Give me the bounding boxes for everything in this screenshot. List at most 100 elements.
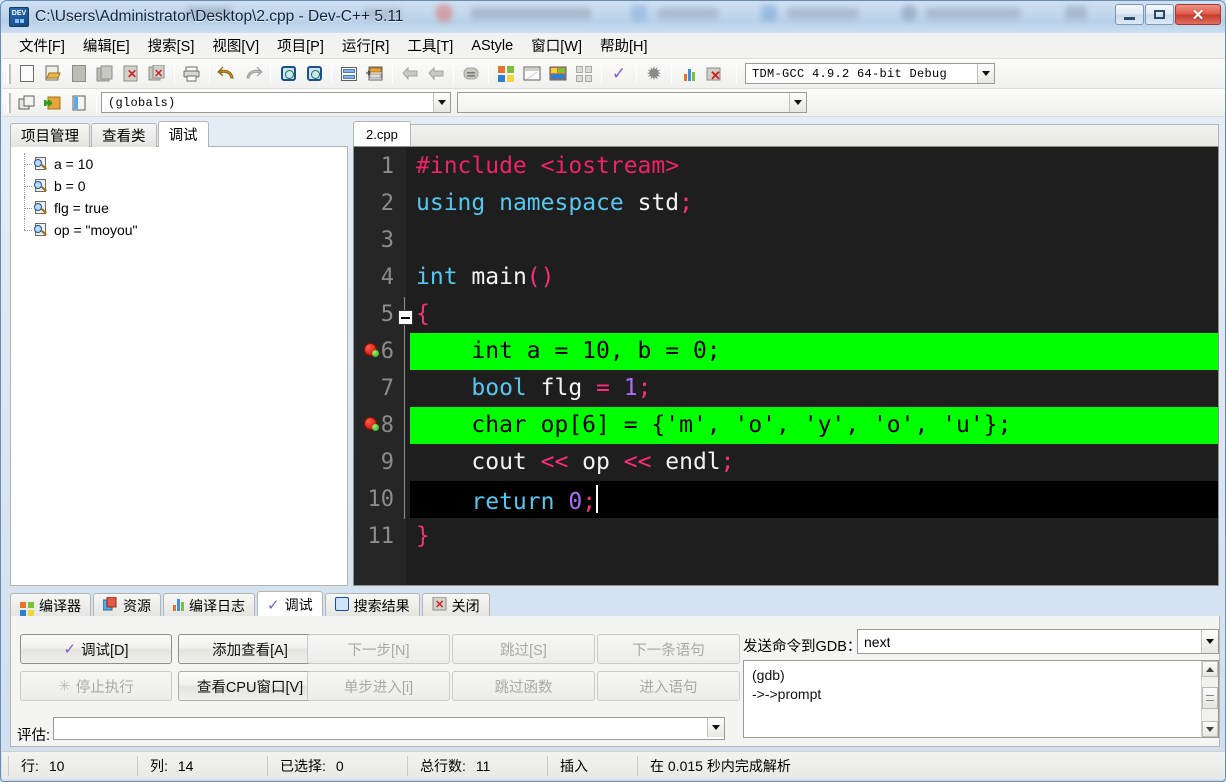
chevron-down-icon-3[interactable]	[789, 93, 806, 112]
tab-search-results[interactable]: 搜索结果	[324, 593, 420, 617]
stop-icon[interactable]: ✹	[642, 62, 666, 86]
scroll-thumb[interactable]	[1202, 687, 1218, 709]
menu-item-window[interactable]: 窗口[W]	[522, 32, 591, 59]
unindent-icon[interactable]	[459, 62, 483, 86]
scope-select[interactable]: (globals)	[101, 92, 451, 113]
evaluate-input[interactable]	[53, 717, 725, 740]
minimize-button[interactable]	[1115, 4, 1144, 25]
menu-item-edit[interactable]: 编辑[E]	[74, 32, 139, 59]
next-statement-button[interactable]: 下一条语句	[597, 634, 740, 664]
close-file-icon[interactable]: ✕	[119, 62, 143, 86]
step-over-button[interactable]: 跳过[S]	[452, 634, 595, 664]
tab-debug[interactable]: 调试	[157, 121, 209, 147]
tab-class-browser[interactable]: 查看类	[91, 123, 157, 147]
save-all-icon[interactable]	[93, 62, 117, 86]
add-to-project-icon[interactable]	[41, 91, 65, 115]
step-into-button[interactable]: 单步进入[i]	[307, 671, 450, 701]
next-step-button[interactable]: 下一步[N]	[307, 634, 450, 664]
svg-text:✕: ✕	[710, 68, 721, 82]
menu-item-run[interactable]: 运行[R]	[333, 32, 399, 59]
chevron-down-icon[interactable]	[977, 64, 994, 83]
menu-item-search[interactable]: 搜索[S]	[139, 32, 204, 59]
tab-debug-panel[interactable]: ✓ 调试	[257, 591, 323, 617]
menu-item-astyle[interactable]: AStyle	[462, 35, 522, 57]
watch-icon	[33, 222, 49, 238]
check-syntax-icon[interactable]: ✓	[607, 62, 631, 86]
status-bar: 行: 10 列: 14 已选择: 0 总行数: 11 插入 在 0.015 秒内…	[2, 751, 1225, 779]
menu-item-view[interactable]: 视图[V]	[203, 32, 268, 59]
compile-run-icon[interactable]	[546, 62, 570, 86]
close-all-icon[interactable]: ✕	[145, 62, 169, 86]
project-options-icon[interactable]	[67, 91, 91, 115]
scroll-up-button[interactable]	[1202, 661, 1218, 677]
bottom-panel-tabs: 编译器 资源 编译日志 ✓ 调试 搜索结果 ✕ 关闭	[10, 591, 1220, 617]
maximize-button[interactable]	[1145, 4, 1174, 25]
tab-build-log[interactable]: 编译日志	[163, 593, 255, 617]
new-project-icon[interactable]	[15, 91, 39, 115]
code-line[interactable]: 1 #include <iostream>	[354, 148, 1218, 185]
editor-tab-2cpp[interactable]: 2.cpp	[353, 121, 411, 147]
tab-project-manager[interactable]: 项目管理	[10, 123, 90, 147]
open-file-icon[interactable]	[41, 62, 65, 86]
menu-item-tools[interactable]: 工具[T]	[398, 32, 462, 59]
chevron-down-icon-eval[interactable]	[707, 718, 724, 737]
code-line[interactable]: int a = 10, b = 0;	[410, 333, 1218, 370]
forward-icon[interactable]	[424, 62, 448, 86]
find-icon[interactable]	[276, 62, 300, 86]
goto-line-icon[interactable]	[337, 62, 361, 86]
profile-icon[interactable]	[677, 62, 701, 86]
goto-function-icon[interactable]	[363, 62, 387, 86]
stop-execution-button[interactable]: ✳ 停止执行	[20, 671, 172, 701]
code-line[interactable]: 11}	[354, 518, 1218, 555]
enter-statement-button[interactable]: 进入语句	[597, 671, 740, 701]
watch-item[interactable]: op = "moyou"	[19, 219, 347, 241]
gdb-console[interactable]: (gdb) ->->prompt	[743, 660, 1219, 738]
code-line[interactable]: char op[6] = {'m', 'o', 'y', 'o', 'u'};	[410, 407, 1218, 444]
menu-item-project[interactable]: 项目[P]	[268, 32, 333, 59]
toolbar-grip-2[interactable]	[4, 92, 11, 113]
code-editor[interactable]: 1 #include <iostream> 2 using namespace std…	[353, 146, 1219, 586]
run-icon[interactable]	[520, 62, 544, 86]
compile-icon[interactable]	[494, 62, 518, 86]
back-icon[interactable]	[398, 62, 422, 86]
skip-function-button[interactable]: 跳过函数	[452, 671, 595, 701]
code-line[interactable]: 9 cout << op << endl;	[354, 444, 1218, 481]
chevron-down-icon-2[interactable]	[433, 93, 450, 112]
print-icon[interactable]	[180, 62, 204, 86]
menu-item-file[interactable]: 文件[F]	[10, 32, 74, 59]
close-button[interactable]: ✕	[1175, 4, 1221, 25]
new-file-icon[interactable]	[15, 62, 39, 86]
gdb-console-scrollbar[interactable]	[1201, 661, 1218, 737]
code-line[interactable]: 3	[354, 222, 1218, 259]
view-cpu-window-button[interactable]: 查看CPU窗口[V]	[178, 671, 322, 701]
undo-icon[interactable]	[215, 62, 239, 86]
tab-close-panel[interactable]: ✕ 关闭	[421, 593, 490, 617]
tab-compiler[interactable]: 编译器	[10, 593, 91, 617]
compiler-select[interactable]: TDM-GCC 4.9.2 64-bit Debug	[745, 63, 995, 84]
save-icon[interactable]	[67, 62, 91, 86]
code-line[interactable]: 7 bool flg = 1;	[354, 370, 1218, 407]
redo-icon[interactable]	[241, 62, 265, 86]
debug-icon[interactable]: ✕	[703, 62, 727, 86]
code-line[interactable]: 4 int main()	[354, 259, 1218, 296]
debug-button[interactable]: ✓ 调试[D]	[20, 634, 172, 664]
tab-resource[interactable]: 资源	[93, 593, 161, 617]
watch-item[interactable]: b = 0	[19, 175, 347, 197]
watch-item[interactable]: flg = true	[19, 197, 347, 219]
replace-icon[interactable]	[302, 62, 326, 86]
chevron-down-icon-gdb[interactable]	[1201, 630, 1218, 653]
menu-item-help[interactable]: 帮助[H]	[591, 32, 657, 59]
secondary-select[interactable]	[457, 92, 807, 113]
code-line[interactable]: return 0;	[410, 481, 1218, 518]
code-line[interactable]: 2 using namespace std;	[354, 185, 1218, 222]
watch-item[interactable]: a = 10	[19, 153, 347, 175]
code-line-text: bool flg = 1;	[471, 375, 652, 401]
gdb-command-input[interactable]: next	[857, 629, 1219, 654]
tab-close-panel-label: 关闭	[451, 597, 480, 614]
scroll-down-button[interactable]	[1202, 721, 1218, 737]
rebuild-icon[interactable]	[572, 62, 596, 86]
toolbar-grip[interactable]	[4, 63, 11, 84]
add-watch-button[interactable]: 添加查看[A]	[178, 634, 322, 664]
code-line[interactable]: 5{	[354, 296, 1218, 333]
status-selected-label: 已选择:	[280, 757, 326, 774]
